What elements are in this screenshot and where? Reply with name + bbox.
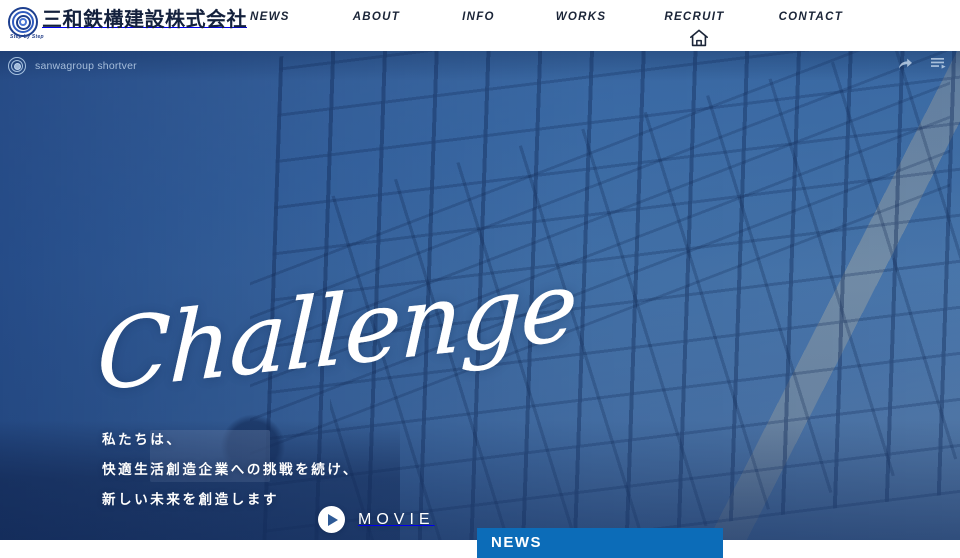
nav-item-about[interactable]: ABOUT — [353, 11, 400, 23]
nav-item-news[interactable]: NEWS — [250, 11, 290, 23]
brand-tagline: Step by Step — [10, 34, 44, 40]
brand-logo-link[interactable]: 三和鉄構建設株式会社 Step by Step — [8, 4, 247, 46]
hero-copy: Challenge 私たちは、 快適生活創造企業への挑戦を続け、 新しい未来を創… — [0, 51, 960, 540]
main-navigation: NEWS ABOUT INFO WORKS RECRUIT CONTACT — [250, 0, 843, 34]
hero-video-section[interactable]: sanwagroup shortver Challenge 私たちは、 快適生活… — [0, 51, 960, 540]
home-icon[interactable] — [688, 28, 710, 48]
nav-item-works[interactable]: WORKS — [556, 11, 607, 23]
nav-item-recruit[interactable]: RECRUIT — [664, 11, 724, 23]
news-section-title: NEWS — [491, 534, 542, 551]
movie-button[interactable]: MOVIE — [318, 506, 435, 533]
nav-item-info[interactable]: INFO — [462, 11, 495, 23]
movie-button-label: MOVIE — [358, 510, 435, 528]
hero-tagline-line-1: 私たちは、 — [102, 432, 183, 448]
hero-tagline-line-3: 新しい未来を創造します — [102, 492, 280, 508]
site-header: 三和鉄構建設株式会社 Step by Step NEWS ABOUT INFO … — [0, 0, 960, 51]
news-section-panel[interactable]: NEWS — [477, 528, 723, 558]
hero-tagline-line-2: 快適生活創造企業への挑戦を続け、 — [102, 462, 359, 478]
nav-item-contact[interactable]: CONTACT — [779, 11, 843, 23]
hero-script-headline: Challenge — [95, 249, 579, 413]
play-icon — [318, 506, 345, 533]
brand-text: 三和鉄構建設株式会社 Step by Step — [10, 4, 247, 40]
concentric-circles-logo-icon — [8, 7, 38, 37]
company-name: 三和鉄構建設株式会社 — [42, 7, 247, 31]
